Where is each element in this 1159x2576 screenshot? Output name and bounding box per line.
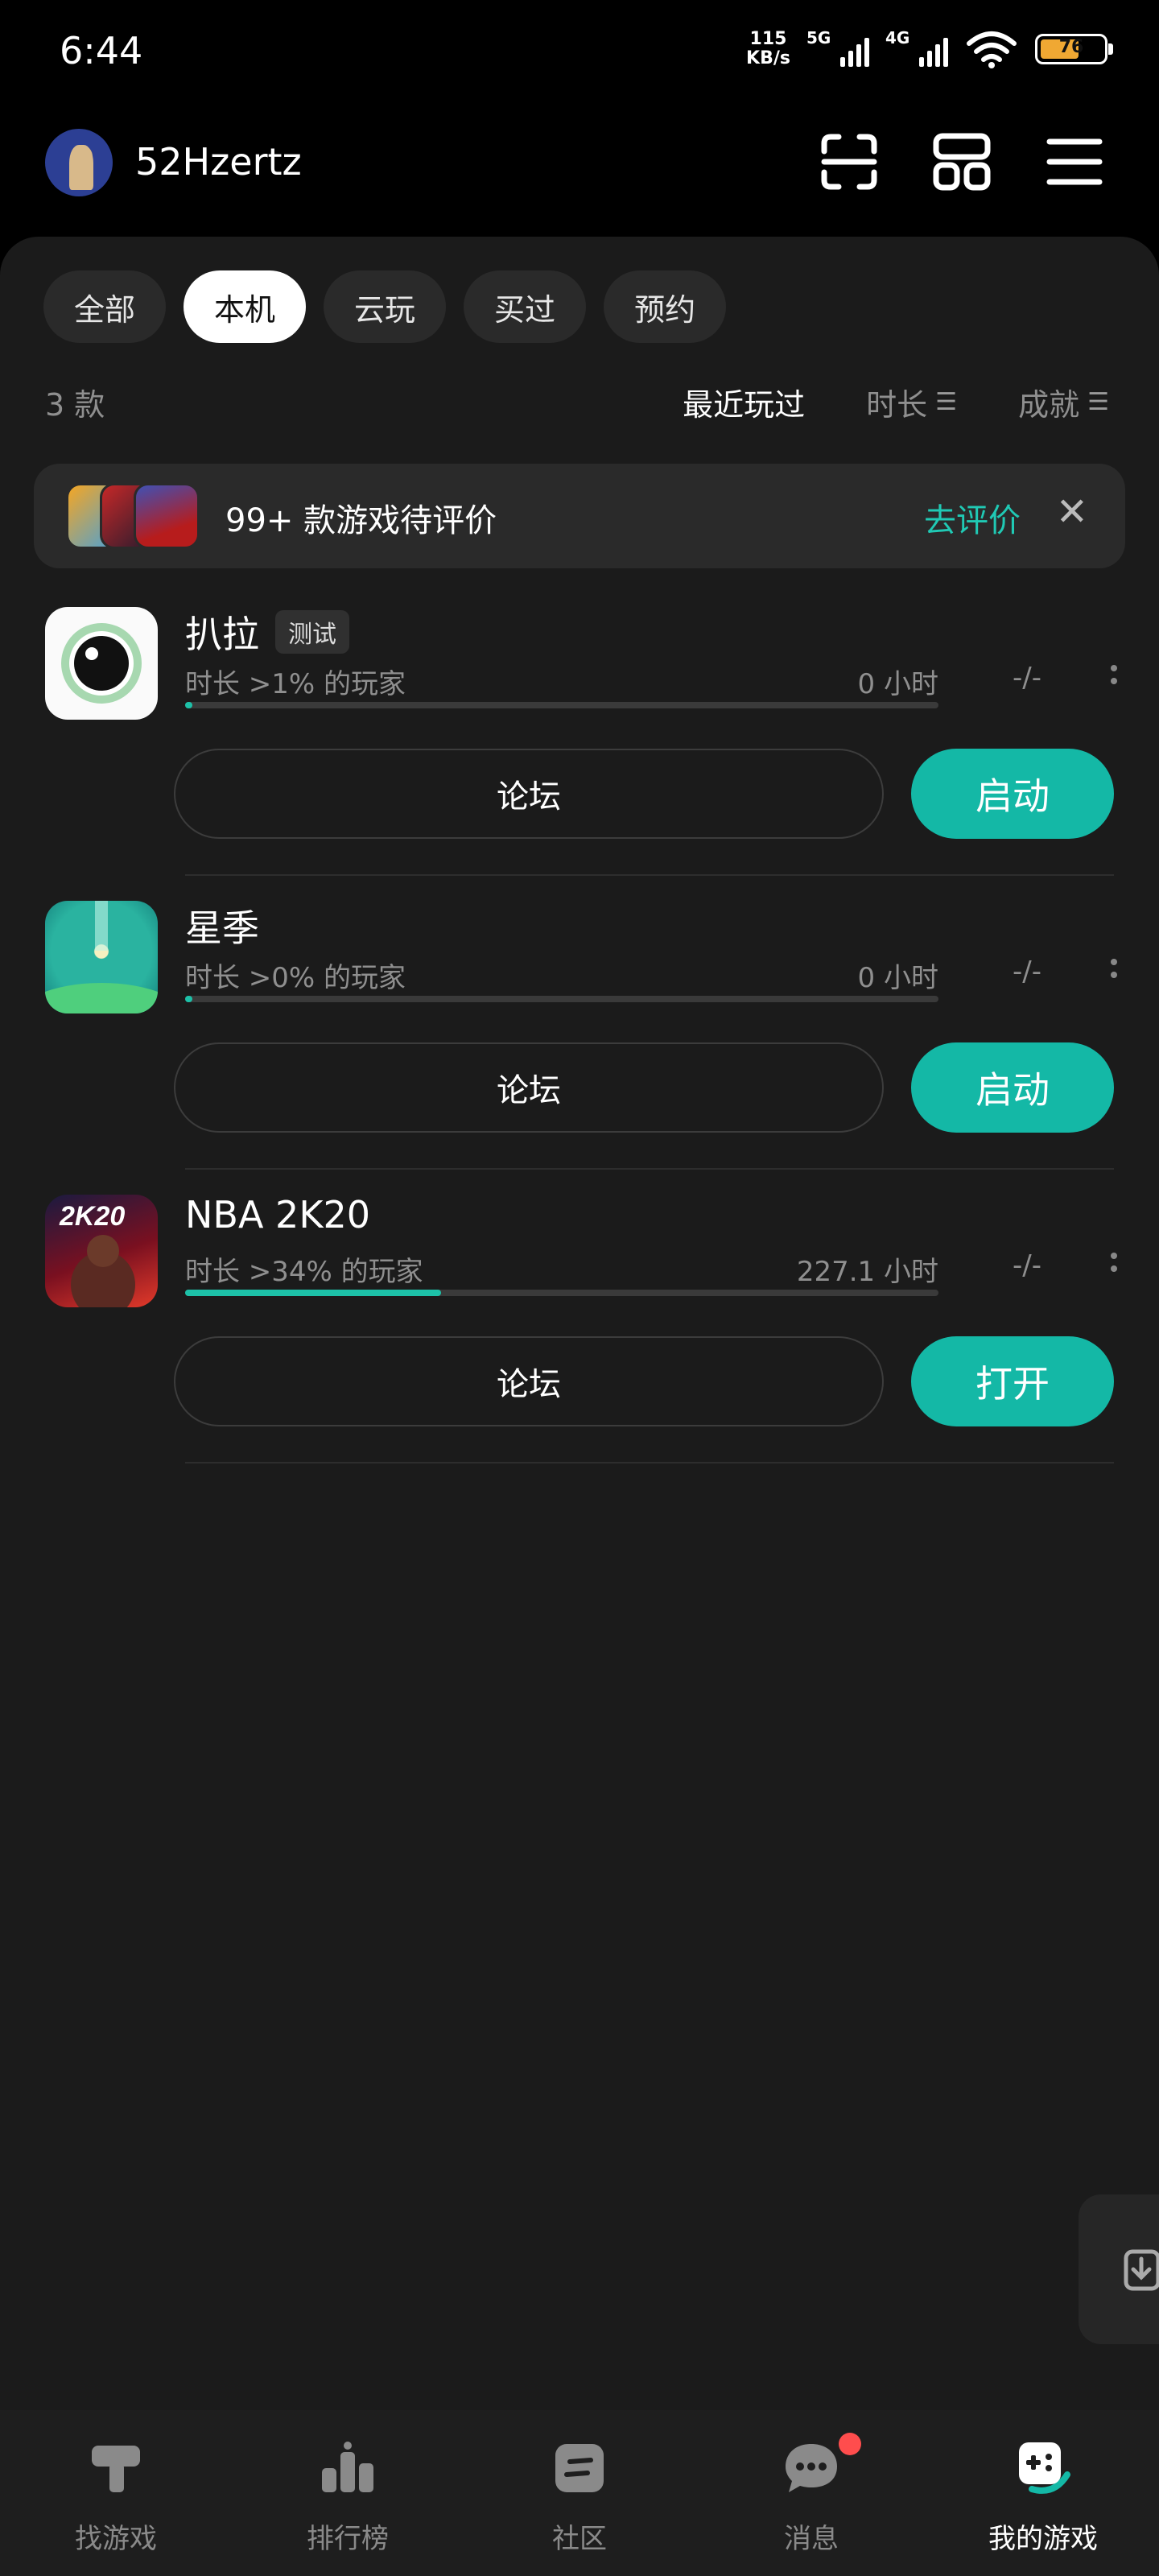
forum-button[interactable]: 论坛 [174, 1042, 884, 1133]
game-row: 2K20 NBA 2K20 时长 >34% 的玩家 227.1 小时 -/- 论… [0, 1190, 1159, 1480]
hammer-icon [92, 2446, 140, 2492]
forum-button[interactable]: 论坛 [174, 1336, 884, 1426]
game-playtime-percentile: 时长 >34% 的玩家 [185, 1256, 423, 1288]
game-playtime-percentile: 时长 >1% 的玩家 [185, 668, 406, 700]
divider [185, 1168, 1114, 1170]
download-manager-tab[interactable] [1079, 2194, 1159, 2344]
test-badge: 测试 [275, 610, 349, 654]
filter-all[interactable]: 全部 [43, 270, 167, 343]
layout-grid-icon[interactable] [932, 132, 992, 192]
bottom-nav: 找游戏 排行榜 社区 消息 我的游戏 [0, 2410, 1159, 2576]
status-time: 6:44 [60, 29, 143, 72]
more-icon[interactable] [1111, 665, 1119, 691]
nav-my-games[interactable]: 我的游戏 [927, 2410, 1159, 2576]
launch-button[interactable]: 启动 [911, 749, 1114, 839]
sort-options: 最近玩过 时长 ☰ 成就 ☰ [683, 380, 1109, 424]
open-button[interactable]: 打开 [911, 1336, 1114, 1426]
scan-icon[interactable] [819, 132, 879, 192]
gamepad-icon [1019, 2442, 1070, 2494]
game-count: 3 款 [45, 387, 105, 423]
username[interactable]: 52Hzertz [135, 140, 302, 184]
game-achievement: -/- [1013, 662, 1041, 694]
nav-find-games[interactable]: 找游戏 [0, 2410, 232, 2576]
message-icon [786, 2444, 837, 2492]
go-rate-link[interactable]: 去评价 [924, 494, 1021, 541]
signal-5g-icon: 5G [806, 28, 869, 67]
game-achievement: -/- [1013, 1249, 1041, 1282]
download-icon [1124, 2249, 1159, 2291]
playtime-progress [185, 702, 938, 708]
game-name[interactable]: 扒拉 [185, 605, 259, 658]
status-bar: 6:44 115 KB/s 5G 4G 76 [0, 0, 1159, 105]
network-speed: 115 KB/s [746, 29, 790, 68]
divider [185, 874, 1114, 876]
game-hours: 227.1 小时 [796, 1256, 938, 1288]
filter-purchased[interactable]: 买过 [464, 270, 587, 343]
podium-icon [322, 2442, 373, 2492]
game-thumb-icon [134, 483, 200, 549]
sort-recent[interactable]: 最近玩过 [683, 380, 805, 424]
game-name[interactable]: 星季 [185, 899, 259, 952]
avatar[interactable] [45, 129, 113, 196]
game-hours: 0 小时 [857, 668, 938, 700]
sort-duration[interactable]: 时长 ☰ [866, 380, 957, 424]
game-achievement: -/- [1013, 956, 1041, 988]
community-icon [555, 2444, 604, 2492]
svg-text:2K20: 2K20 [59, 1201, 125, 1232]
sort-icon: ☰ [935, 388, 958, 416]
banner-game-icons [66, 483, 203, 549]
divider [185, 1462, 1114, 1463]
nav-community[interactable]: 社区 [464, 2410, 695, 2576]
playtime-progress [185, 1290, 938, 1296]
filter-cloud[interactable]: 云玩 [324, 270, 447, 343]
games-panel: 全部 本机 云玩 买过 预约 3 款 最近玩过 时长 ☰ 成就 ☰ 99+ 款游戏待… [0, 237, 1159, 2410]
game-playtime-percentile: 时长 >0% 的玩家 [185, 962, 406, 994]
status-indicators: 115 KB/s 5G 4G 76 [746, 28, 1113, 69]
header: 52Hzertz [0, 121, 1159, 209]
game-row: 扒拉 测试 时长 >1% 的玩家 0 小时 -/- 论坛 启动 [0, 602, 1159, 892]
sort-icon: ☰ [1087, 388, 1109, 416]
game-row: 星季 时长 >0% 的玩家 0 小时 -/- 论坛 启动 [0, 896, 1159, 1186]
nav-messages[interactable]: 消息 [695, 2410, 927, 2576]
game-name[interactable]: NBA 2K20 [185, 1193, 370, 1236]
nav-rankings[interactable]: 排行榜 [232, 2410, 464, 2576]
game-icon-bala[interactable] [45, 607, 158, 720]
notification-dot [839, 2433, 861, 2455]
more-icon[interactable] [1111, 959, 1119, 985]
wifi-icon [967, 31, 1017, 68]
filter-local[interactable]: 本机 [184, 270, 307, 343]
forum-button[interactable]: 论坛 [174, 749, 884, 839]
game-hours: 0 小时 [857, 962, 938, 994]
game-icon-nba2k20[interactable]: 2K20 [45, 1195, 158, 1307]
signal-4g-icon: 4G [885, 28, 948, 67]
battery-icon: 76 [1035, 34, 1113, 64]
filter-tabs: 全部 本机 云玩 买过 预约 [43, 270, 727, 343]
launch-button[interactable]: 启动 [911, 1042, 1114, 1133]
more-icon[interactable] [1111, 1253, 1119, 1278]
banner-text: 99+ 款游戏待评价 [225, 502, 497, 539]
rating-banner[interactable]: 99+ 款游戏待评价 去评价 ✕ [34, 464, 1125, 568]
game-icon-xingji[interactable] [45, 901, 158, 1013]
filter-reserved[interactable]: 预约 [604, 270, 727, 343]
menu-icon[interactable] [1045, 132, 1104, 192]
sort-achievement[interactable]: 成就 ☰ [1018, 380, 1109, 424]
playtime-progress [185, 996, 938, 1002]
close-icon[interactable]: ✕ [1056, 489, 1088, 535]
